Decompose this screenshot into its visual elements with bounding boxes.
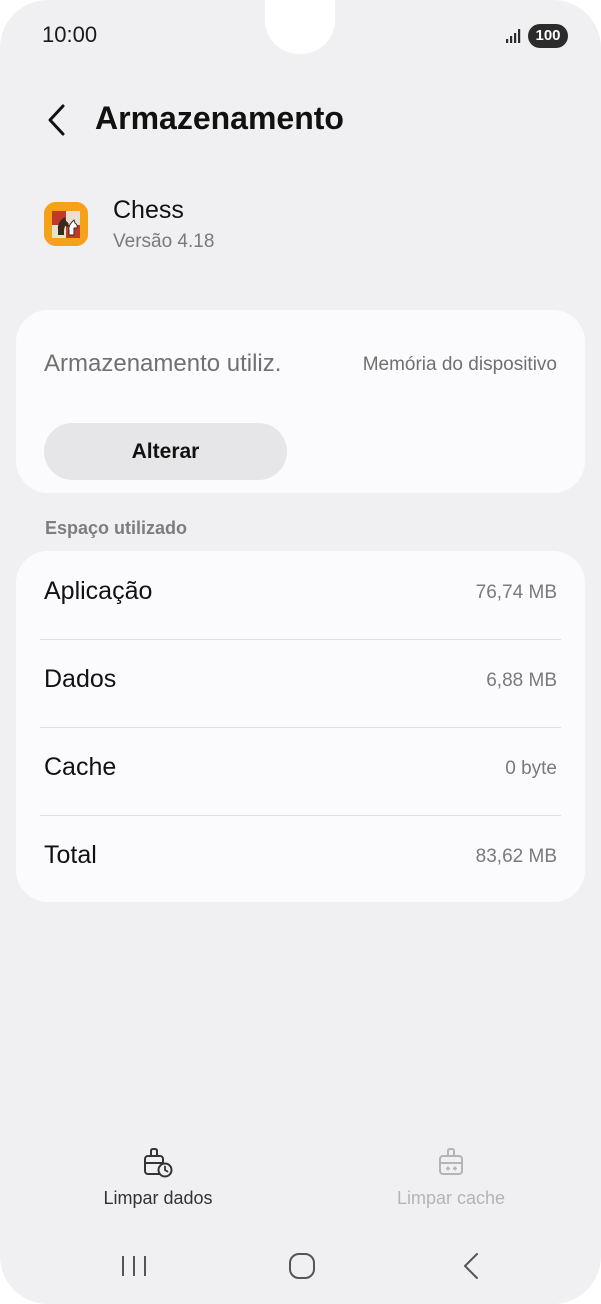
back-nav-icon (464, 1253, 478, 1279)
clear-cache-button[interactable]: Limpar cache (351, 1148, 551, 1218)
usage-row-cache: Cache 0 byte (16, 727, 585, 815)
phone-screen: 10:00 100 Armazenamento Chess Versão 4.1… (0, 0, 601, 1304)
change-storage-button[interactable]: Alterar (44, 423, 287, 480)
home-icon (289, 1253, 315, 1279)
clear-cache-icon (439, 1148, 463, 1175)
nav-recents-button[interactable] (114, 1248, 154, 1284)
page-title: Armazenamento (95, 100, 344, 136)
storage-location-label: Armazenamento utiliz. (44, 350, 282, 377)
change-storage-label: Alterar (131, 439, 200, 463)
row-value: 83,62 MB (475, 846, 557, 867)
chevron-left-icon (48, 104, 65, 136)
nav-back-button[interactable] (452, 1248, 492, 1284)
row-value: 0 byte (505, 758, 557, 779)
storage-location-card: Armazenamento utiliz. Memória do disposi… (16, 310, 585, 493)
signal-icon (506, 29, 521, 43)
battery-badge: 100 (528, 24, 568, 48)
usage-row-data: Dados 6,88 MB (16, 639, 585, 727)
row-label: Dados (44, 665, 117, 693)
row-value: 76,74 MB (475, 582, 557, 603)
back-button[interactable] (38, 100, 78, 140)
chess-app-icon (44, 202, 88, 246)
row-value: 6,88 MB (486, 670, 557, 691)
clear-data-label: Limpar dados (103, 1188, 213, 1208)
row-label: Aplicação (44, 577, 153, 605)
app-name: Chess (113, 196, 184, 224)
clear-cache-label: Limpar cache (396, 1188, 506, 1208)
section-header-space-used: Espaço utilizado (45, 518, 188, 538)
camera-notch (265, 0, 335, 54)
status-time: 10:00 (42, 22, 98, 47)
clear-data-button[interactable]: Limpar dados (58, 1148, 258, 1218)
row-label: Cache (44, 753, 117, 781)
clear-data-icon (144, 1148, 173, 1178)
nav-home-button[interactable] (282, 1248, 322, 1284)
storage-location-value: Memória do dispositivo (362, 354, 557, 375)
app-version: Versão 4.18 (113, 231, 215, 252)
usage-row-total: Total 83,62 MB (16, 815, 585, 903)
usage-card: Aplicação 76,74 MB Dados 6,88 MB Cache 0… (16, 551, 585, 902)
usage-row-app: Aplicação 76,74 MB (16, 551, 585, 639)
row-label: Total (44, 841, 97, 869)
recents-icon (122, 1256, 146, 1276)
